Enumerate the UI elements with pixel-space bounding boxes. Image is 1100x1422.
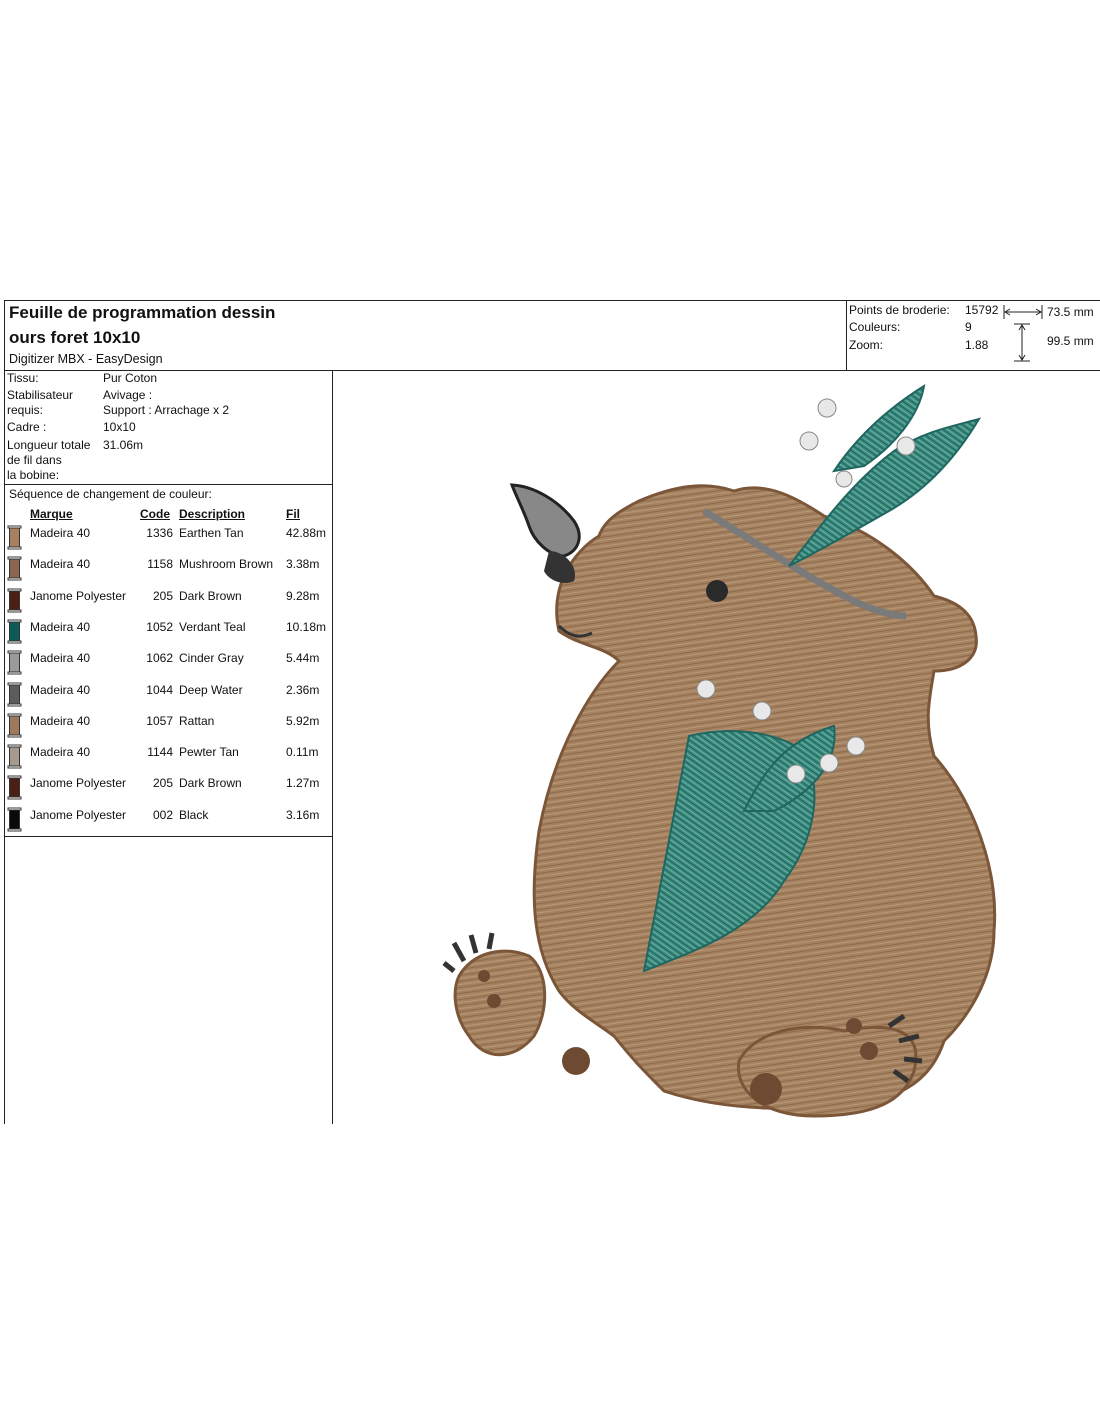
row-description: Pewter Tan — [179, 745, 239, 760]
color-sequence-row: Madeira 40 1044 Deep Water 2.36m — [4, 682, 332, 713]
color-sequence-row: Janome Polyester 205 Dark Brown 1.27m — [4, 775, 332, 806]
row-code: 1144 — [147, 745, 173, 760]
sheet-title-line-1: Feuille de programmation dessin — [9, 303, 276, 322]
row-brand: Madeira 40 — [30, 713, 91, 728]
row-length: 2.36m — [286, 682, 320, 697]
row-code: 002 — [152, 807, 173, 822]
row-brand: Janome Polyester — [30, 588, 127, 603]
sequence-title: Séquence de changement de couleur: — [9, 487, 212, 501]
color-sequence-row: Madeira 40 1158 Mushroom Brown 3.38m — [4, 556, 332, 587]
bear-embroidery-image — [442, 383, 997, 1118]
color-sequence-row: Janome Polyester 002 Black 3.16m — [4, 807, 332, 838]
thread-length-label-1: Longueur totale — [7, 438, 91, 452]
row-length: 3.16m — [286, 807, 320, 822]
sheet-title-line-2: ours foret 10x10 — [9, 328, 141, 347]
frame-label: Cadre : — [7, 420, 47, 434]
thread-spool-icon — [7, 682, 22, 706]
header-description: Description — [179, 507, 246, 521]
color-sequence-row: Madeira 40 1336 Earthen Tan 42.88m — [4, 525, 332, 556]
row-length: 3.38m — [286, 557, 320, 572]
dimension-arrows-icon — [1003, 305, 1043, 362]
info-divider — [4, 484, 332, 485]
row-length: 42.88m — [286, 526, 327, 540]
color-sequence-row: Madeira 40 1057 Rattan 5.92m — [4, 713, 332, 744]
row-length: 5.44m — [286, 651, 320, 666]
panel-divider — [332, 370, 333, 1124]
row-brand: Madeira 40 — [30, 557, 91, 572]
thread-spool-icon — [7, 556, 22, 581]
stats-divider — [846, 300, 847, 370]
row-length: 5.92m — [286, 713, 320, 728]
row-brand: Madeira 40 — [30, 526, 91, 540]
points-label: Points de broderie: — [849, 303, 950, 317]
stabilizer-label-2: requis: — [7, 403, 44, 417]
row-brand: Madeira 40 — [30, 745, 91, 760]
row-brand: Madeira 40 — [30, 619, 91, 634]
stabilizer-label-1: Stabilisateur — [7, 388, 74, 402]
thread-spool-icon — [7, 650, 22, 675]
row-description: Dark Brown — [179, 588, 242, 603]
programming-sheet: Feuille de programmation dessin ours for… — [4, 300, 1100, 1124]
row-code: 1057 — [146, 713, 173, 728]
row-code: 1158 — [147, 557, 173, 572]
row-code: 205 — [152, 588, 173, 603]
row-code: 1044 — [146, 682, 173, 697]
row-description: Verdant Teal — [179, 619, 246, 634]
software-name: Digitizer MBX - EasyDesign — [9, 352, 163, 366]
zoom-value: 1.88 — [965, 338, 989, 352]
thread-length-label-2: de fil dans — [7, 453, 62, 467]
design-width: 73.5 mm — [1047, 305, 1094, 319]
thread-length-value: 31.06m — [103, 438, 144, 452]
row-length: 0.11m — [286, 745, 319, 760]
thread-spool-icon — [7, 807, 22, 832]
row-length: 1.27m — [286, 776, 320, 791]
thread-spool-icon — [7, 713, 22, 738]
zoom-label: Zoom: — [849, 338, 884, 352]
row-code: 1062 — [146, 651, 173, 666]
row-length: 9.28m — [286, 588, 320, 603]
thread-spool-icon — [7, 619, 22, 644]
header-code: Code — [140, 507, 170, 521]
row-description: Earthen Tan — [179, 526, 244, 540]
row-description: Cinder Gray — [179, 651, 244, 666]
frame-value: 10x10 — [103, 420, 136, 434]
thread-spool-icon — [7, 744, 22, 769]
points-value: 15792 — [965, 303, 999, 317]
row-description: Mushroom Brown — [179, 557, 274, 572]
colors-label: Couleurs: — [849, 320, 901, 334]
row-brand: Madeira 40 — [30, 682, 91, 697]
row-description: Dark Brown — [179, 776, 242, 791]
header-length: Fil — [286, 507, 300, 521]
color-sequence-row: Janome Polyester 205 Dark Brown 9.28m — [4, 588, 332, 619]
color-sequence-row: Madeira 40 1052 Verdant Teal 10.18m — [4, 619, 332, 650]
row-code: 205 — [152, 776, 173, 791]
stabilizer-value-2: Support : Arrachage x 2 — [103, 403, 230, 417]
row-code: 1052 — [146, 619, 173, 634]
sheet-top-border — [4, 300, 1100, 301]
header-brand: Marque — [30, 507, 73, 521]
row-length: 10.18m — [286, 619, 327, 634]
colors-value: 9 — [965, 320, 972, 334]
thread-spool-icon — [7, 588, 22, 613]
row-brand: Janome Polyester — [30, 807, 127, 822]
row-description: Deep Water — [179, 682, 243, 697]
row-brand: Madeira 40 — [30, 651, 91, 666]
row-description: Black — [179, 807, 209, 822]
row-code: 1336 — [146, 526, 173, 540]
color-sequence-row: Madeira 40 1144 Pewter Tan 0.11m — [4, 744, 332, 775]
stabilizer-value-1: Avivage : — [103, 388, 153, 402]
row-description: Rattan — [179, 713, 215, 728]
design-height: 99.5 mm — [1047, 334, 1094, 348]
row-brand: Janome Polyester — [30, 776, 127, 791]
color-sequence-row: Madeira 40 1062 Cinder Gray 5.44m — [4, 650, 332, 681]
thread-spool-icon — [7, 525, 22, 550]
fabric-label: Tissu: — [7, 371, 39, 385]
thread-length-label-3: la bobine: — [7, 468, 60, 482]
fabric-value: Pur Coton — [103, 371, 158, 385]
thread-spool-icon — [7, 775, 22, 800]
